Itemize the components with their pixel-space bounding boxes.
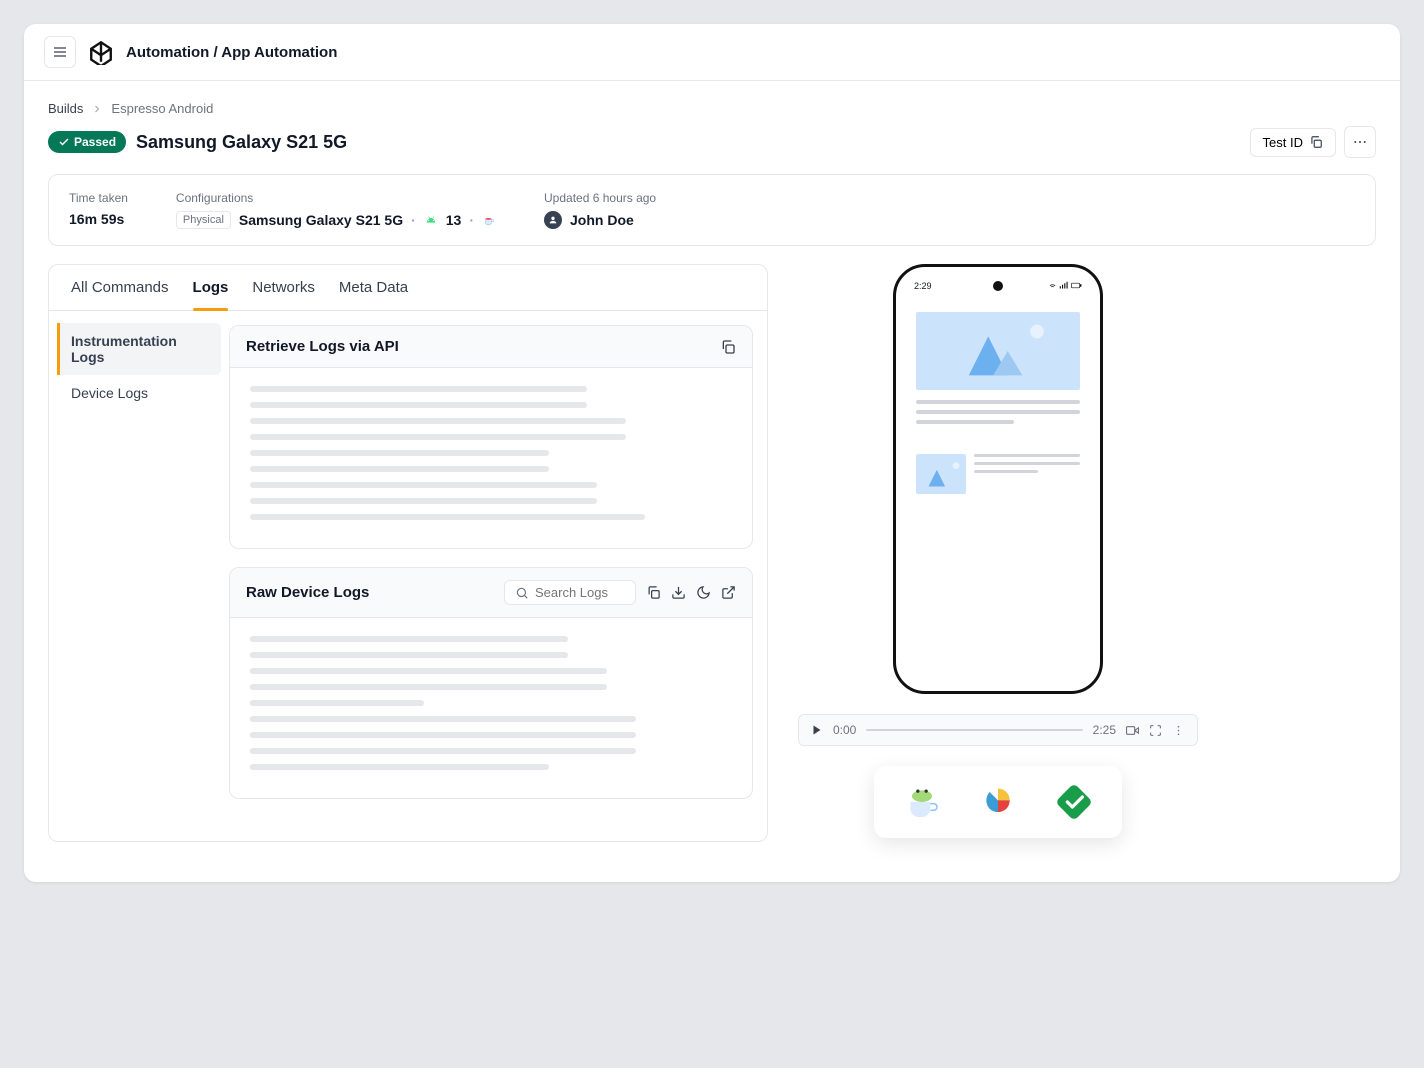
download-icon[interactable] — [671, 585, 686, 600]
signal-icon — [1059, 281, 1068, 290]
passed-framework-icon — [1054, 782, 1094, 822]
moon-icon[interactable] — [696, 585, 711, 600]
tab-meta-data[interactable]: Meta Data — [339, 279, 408, 310]
player-current-time: 0:00 — [833, 723, 856, 737]
video-player[interactable]: 0:00 2:25 — [798, 714, 1198, 746]
breadcrumb: Builds Espresso Android — [48, 101, 1376, 116]
breadcrumb-builds[interactable]: Builds — [48, 101, 83, 116]
external-link-icon[interactable] — [721, 585, 736, 600]
tab-networks[interactable]: Networks — [252, 279, 315, 310]
configurations-label: Configurations — [176, 191, 496, 205]
status-badge: Passed — [48, 131, 126, 153]
raw-logs-title: Raw Device Logs — [246, 584, 369, 601]
hamburger-menu[interactable] — [44, 36, 76, 68]
copy-icon[interactable] — [720, 339, 736, 355]
search-icon — [515, 586, 529, 600]
tab-logs[interactable]: Logs — [193, 279, 229, 310]
test-id-button[interactable]: Test ID — [1250, 128, 1336, 157]
updated-label: Updated 6 hours ago — [544, 191, 656, 205]
raw-device-logs-panel: Raw Device Logs — [229, 567, 753, 799]
preview-thumbnail — [916, 454, 966, 494]
raw-logs-content — [230, 618, 752, 798]
espresso-icon — [482, 213, 496, 227]
updated-user: John Doe — [570, 212, 634, 228]
phone-status-icons — [1048, 281, 1082, 292]
retrieve-logs-title: Retrieve Logs via API — [246, 338, 399, 355]
user-icon — [548, 215, 558, 225]
player-track[interactable] — [866, 729, 1082, 731]
battery-icon — [1071, 281, 1082, 290]
fullscreen-icon[interactable] — [1149, 724, 1162, 737]
player-total-time: 2:25 — [1093, 723, 1116, 737]
check-icon — [58, 136, 70, 148]
sidebar-item-device-logs[interactable]: Device Logs — [57, 375, 221, 411]
avatar — [544, 211, 562, 229]
device-preview: 2:29 — [893, 264, 1103, 694]
config-device: Samsung Galaxy S21 5G — [239, 212, 403, 228]
header-breadcrumb: Automation / App Automation — [126, 44, 337, 61]
framework-badges — [874, 766, 1122, 838]
search-logs-input[interactable] — [504, 580, 636, 605]
more-vertical-icon[interactable] — [1172, 724, 1185, 737]
more-horizontal-icon — [1352, 134, 1368, 150]
info-card: Time taken 16m 59s Configurations Physic… — [48, 174, 1376, 246]
wifi-icon — [1048, 281, 1057, 290]
app-logo — [88, 39, 114, 65]
retrieve-logs-panel: Retrieve Logs via API — [229, 325, 753, 549]
copy-icon[interactable] — [646, 585, 661, 600]
preview-image — [916, 312, 1080, 390]
android-icon — [424, 213, 438, 227]
time-taken-value: 16m 59s — [69, 211, 128, 227]
menu-icon — [52, 44, 68, 60]
more-button[interactable] — [1344, 126, 1376, 158]
sidebar-item-instrumentation[interactable]: Instrumentation Logs — [57, 323, 221, 375]
breadcrumb-current: Espresso Android — [111, 101, 213, 116]
tab-bar: All Commands Logs Networks Meta Data — [49, 265, 767, 311]
copy-icon — [1309, 135, 1323, 149]
tab-all-commands[interactable]: All Commands — [71, 279, 169, 310]
play-icon[interactable] — [811, 724, 823, 736]
camera-icon[interactable] — [1126, 724, 1139, 737]
retrieve-logs-content — [230, 368, 752, 548]
chevron-right-icon — [91, 103, 103, 115]
page-title: Samsung Galaxy S21 5G — [136, 132, 347, 153]
config-os-version: 13 — [446, 212, 462, 228]
phone-time: 2:29 — [914, 281, 932, 292]
time-taken-label: Time taken — [69, 191, 128, 205]
appium-framework-icon — [978, 782, 1018, 822]
espresso-framework-icon — [902, 782, 942, 822]
physical-chip: Physical — [176, 211, 231, 229]
